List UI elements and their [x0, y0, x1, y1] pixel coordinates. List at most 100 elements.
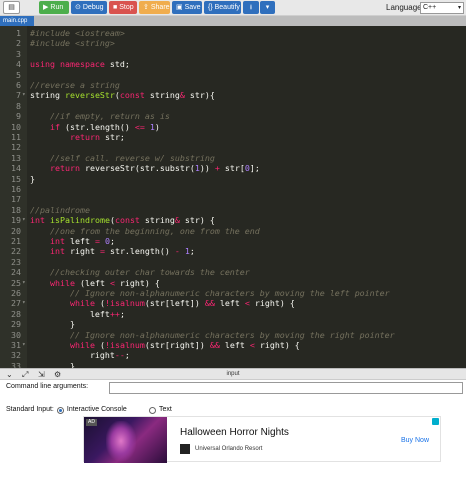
chevron-down-icon: ▾ — [265, 4, 270, 11]
save-button[interactable]: ▣ Save — [172, 1, 202, 14]
line-number: 15 — [11, 173, 21, 184]
debug-button[interactable]: ⊙ Debug — [71, 1, 107, 14]
code-line: 25 ▾ while (left < right) { — [0, 278, 466, 288]
code-line: 17 — [0, 194, 466, 204]
code-line: 16 — [0, 184, 466, 194]
code-text: #include <iostream> — [30, 28, 125, 38]
fold-toggle-icon[interactable]: ▾ — [22, 90, 26, 100]
line-number: 10 — [11, 121, 21, 132]
line-number: 19 — [11, 215, 21, 226]
code-line: 4 using namespace std; — [0, 59, 466, 69]
line-number: 24 — [11, 267, 21, 278]
command-line-input[interactable] — [109, 382, 463, 394]
line-number: 18 — [11, 204, 21, 215]
code-line: 14 return reverseStr(str.substr(1)) + st… — [0, 163, 466, 173]
beautify-label: {} Beautify — [208, 4, 240, 11]
code-text: while (!isalnum(str[right]) && left < ri… — [69, 340, 300, 350]
code-line: 9 //if empty, return as is — [0, 111, 466, 121]
code-line: 21 int left = 0; — [0, 236, 466, 246]
code-line: 1 #include <iostream> — [0, 28, 466, 38]
code-line: 15} — [0, 174, 466, 184]
line-number: 4 — [16, 59, 21, 70]
code-line: 12 — [0, 142, 466, 152]
file-menu-button[interactable]: ▤ — [3, 1, 20, 14]
share-button[interactable]: ⇪ Share — [139, 1, 170, 14]
file-tab-bar: main.cpp — [0, 16, 466, 26]
tab-main-cpp[interactable]: main.cpp — [0, 16, 34, 26]
bug-icon: ⊙ — [75, 4, 81, 11]
save-label: Save — [184, 4, 201, 11]
code-line: 33 } — [0, 361, 466, 368]
ad-title[interactable]: Halloween Horror Nights — [180, 427, 289, 439]
standard-input-group: Standard Input: Interactive Console — [6, 405, 127, 415]
line-number: 26 — [11, 288, 21, 298]
code-text: } — [30, 319, 75, 330]
download-button[interactable]: ⭳ — [243, 1, 259, 14]
save-icon: ▣ — [176, 4, 183, 11]
line-number: 12 — [11, 142, 21, 153]
language-label: Language — [386, 3, 422, 12]
adchoices-icon[interactable] — [432, 418, 439, 425]
advertisement[interactable]: AD Halloween Horror Nights Universal Orl… — [83, 416, 441, 463]
code-line: 30 // Ignore non-alphanumeric characters… — [0, 330, 466, 340]
code-line: 27 ▾ while (!isalnum(str[left]) && left <… — [0, 298, 466, 308]
code-line: 26 // Ignore non-alphanumeric characters… — [0, 288, 466, 298]
code-line: 2 #include <string> — [0, 38, 466, 48]
code-line: 19 ▾ int isPalindrome(const string& str) { — [0, 215, 466, 225]
line-number: 16 — [11, 184, 21, 194]
ad-figure — [106, 421, 136, 461]
debug-label: Debug — [82, 4, 104, 11]
stop-button[interactable]: ■ Stop — [109, 1, 137, 14]
text-radio[interactable] — [149, 406, 156, 414]
fold-toggle-icon[interactable]: ▾ — [22, 298, 26, 308]
code-line: 8 — [0, 101, 466, 111]
line-number: 13 — [11, 152, 21, 163]
line-number: 6 — [16, 80, 21, 90]
code-line: 13 //self call. reverse w/ substring — [0, 153, 466, 163]
code-text: } — [30, 173, 35, 184]
line-number: 23 — [11, 256, 21, 267]
interactive-console-label[interactable]: Interactive Console — [67, 405, 127, 415]
fold-toggle-icon[interactable]: ▾ — [22, 340, 26, 350]
code-editor[interactable]: 1 #include <iostream> 2 #include <string> 3 4… — [0, 26, 466, 368]
line-number: 27 — [11, 298, 21, 309]
language-value: C++ — [423, 4, 437, 11]
code-line: 20 //one from the beginning, one from th… — [0, 226, 466, 236]
line-number: 7 — [16, 90, 21, 101]
code-text: string reverseStr(const string& str){ — [30, 90, 215, 101]
code-text: left++; — [30, 308, 125, 319]
share-icon: ⇪ — [143, 4, 149, 11]
line-number: 17 — [11, 194, 21, 205]
code-text: #include <string> — [30, 38, 115, 49]
code-text: } — [30, 360, 75, 368]
interactive-console-radio[interactable] — [56, 406, 64, 414]
text-label[interactable]: Text — [159, 405, 172, 415]
code-line: 29 } — [0, 319, 466, 329]
buy-now-link[interactable]: Buy Now — [401, 436, 429, 445]
line-number: 21 — [11, 236, 21, 246]
code-line: 3 — [0, 49, 466, 59]
line-number: 22 — [11, 246, 21, 257]
code-line: 31 ▾ while (!isalnum(str[right]) && left … — [0, 340, 466, 350]
ad-tag: AD — [86, 419, 97, 426]
download-options-button[interactable]: ▾ — [260, 1, 275, 14]
toolbar: ▤ ▶ Run ⊙ Debug ■ Stop ⇪ Share ▣ Save {}… — [0, 0, 466, 16]
fold-toggle-icon[interactable]: ▾ — [22, 215, 26, 225]
language-select[interactable]: C++ ▾ — [420, 2, 464, 14]
share-label: Share — [150, 4, 170, 11]
code-text: int left = 0; — [49, 236, 115, 246]
download-icon: ⭳ — [249, 4, 253, 11]
line-number: 25 — [11, 277, 21, 288]
code-line: 22 int right = str.length() - 1; — [0, 246, 466, 256]
code-text: //palindrome — [30, 204, 90, 215]
run-button[interactable]: ▶ Run — [39, 1, 69, 14]
code-text: return reverseStr(str.substr(1)) + str[0… — [49, 163, 260, 174]
code-text: while (!isalnum(str[left]) && left < rig… — [69, 298, 295, 309]
line-number: 14 — [11, 163, 21, 174]
code-text: int right = str.length() - 1; — [49, 246, 195, 257]
fold-toggle-icon[interactable]: ▾ — [22, 278, 26, 288]
code-text: int isPalindrome(const string& str) { — [30, 215, 215, 226]
code-line: 10 if (str.length() <= 1) — [0, 122, 466, 132]
code-text: if (str.length() <= 1) — [49, 121, 160, 132]
beautify-button[interactable]: {} Beautify — [204, 1, 241, 14]
